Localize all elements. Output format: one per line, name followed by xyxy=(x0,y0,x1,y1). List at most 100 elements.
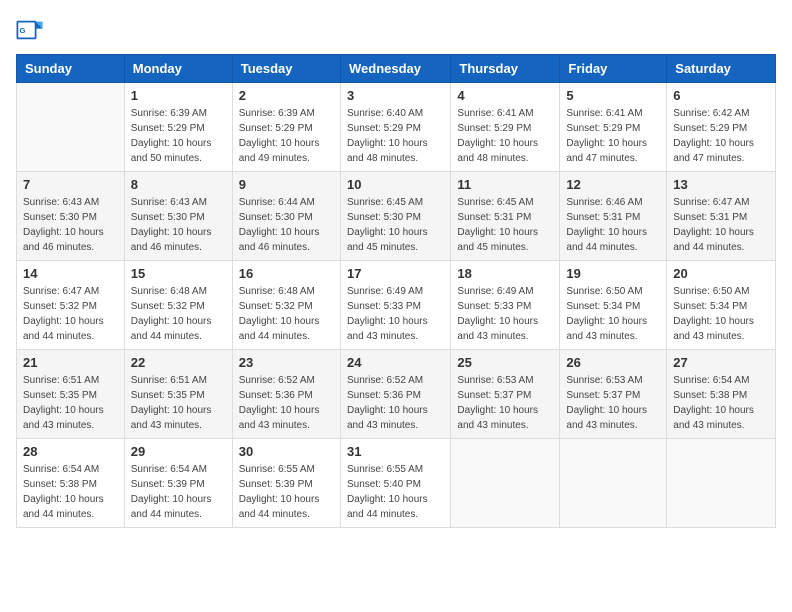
day-info: Sunrise: 6:47 AM Sunset: 5:31 PM Dayligh… xyxy=(673,195,769,255)
calendar-cell: 7 Sunrise: 6:43 AM Sunset: 5:30 PM Daylig… xyxy=(17,172,125,261)
calendar-cell: 20Sunrise: 6:50 AM Sunset: 5:34 PM Dayli… xyxy=(667,261,776,350)
day-info: Sunrise: 6:44 AM Sunset: 5:30 PM Dayligh… xyxy=(239,195,334,255)
day-number: 21 xyxy=(23,355,118,370)
day-number: 8 xyxy=(131,177,226,192)
calendar-cell: 21 Sunrise: 6:51 AM Sunset: 5:35 PM Dayli… xyxy=(17,350,125,439)
day-number: 30 xyxy=(239,444,334,459)
calendar-week-row: 21 Sunrise: 6:51 AM Sunset: 5:35 PM Dayli… xyxy=(17,350,776,439)
day-info: Sunrise: 6:54 AM Sunset: 5:38 PM Dayligh… xyxy=(673,373,769,433)
calendar-cell: 15 Sunrise: 6:48 AM Sunset: 5:32 PM Dayli… xyxy=(124,261,232,350)
day-info: Sunrise: 6:41 AM Sunset: 5:29 PM Dayligh… xyxy=(566,106,660,166)
calendar-cell: 28 Sunrise: 6:54 AM Sunset: 5:38 PM Dayli… xyxy=(17,439,125,528)
calendar-cell: 1 Sunrise: 6:39 AM Sunset: 5:29 PM Daylig… xyxy=(124,83,232,172)
day-info: Sunrise: 6:49 AM Sunset: 5:33 PM Dayligh… xyxy=(457,284,553,344)
day-number: 5 xyxy=(566,88,660,103)
calendar-cell: 14 Sunrise: 6:47 AM Sunset: 5:32 PM Dayli… xyxy=(17,261,125,350)
calendar-cell: 27 Sunrise: 6:54 AM Sunset: 5:38 PM Dayli… xyxy=(667,350,776,439)
day-info: Sunrise: 6:54 AM Sunset: 5:38 PM Dayligh… xyxy=(23,462,118,522)
day-number: 27 xyxy=(673,355,769,370)
day-info: Sunrise: 6:45 AM Sunset: 5:30 PM Dayligh… xyxy=(347,195,444,255)
day-info: Sunrise: 6:55 AM Sunset: 5:40 PM Dayligh… xyxy=(347,462,444,522)
calendar-cell: 5 Sunrise: 6:41 AM Sunset: 5:29 PM Daylig… xyxy=(560,83,667,172)
calendar-cell: 18 Sunrise: 6:49 AM Sunset: 5:33 PM Dayli… xyxy=(451,261,560,350)
col-wednesday: Wednesday xyxy=(340,55,450,83)
day-number: 12 xyxy=(566,177,660,192)
day-info: Sunrise: 6:46 AM Sunset: 5:31 PM Dayligh… xyxy=(566,195,660,255)
col-sunday: Sunday xyxy=(17,55,125,83)
day-number: 19 xyxy=(566,266,660,281)
logo: G xyxy=(16,16,46,44)
day-number: 2 xyxy=(239,88,334,103)
day-info: Sunrise: 6:52 AM Sunset: 5:36 PM Dayligh… xyxy=(347,373,444,433)
calendar-cell xyxy=(560,439,667,528)
calendar-week-row: 1 Sunrise: 6:39 AM Sunset: 5:29 PM Daylig… xyxy=(17,83,776,172)
svg-text:G: G xyxy=(20,26,26,35)
day-number: 13 xyxy=(673,177,769,192)
calendar-cell: 19 Sunrise: 6:50 AM Sunset: 5:34 PM Dayli… xyxy=(560,261,667,350)
day-number: 14 xyxy=(23,266,118,281)
day-info: Sunrise: 6:40 AM Sunset: 5:29 PM Dayligh… xyxy=(347,106,444,166)
day-info: Sunrise: 6:47 AM Sunset: 5:32 PM Dayligh… xyxy=(23,284,118,344)
calendar-cell: 8 Sunrise: 6:43 AM Sunset: 5:30 PM Daylig… xyxy=(124,172,232,261)
logo-icon: G xyxy=(16,16,44,44)
day-info: Sunrise: 6:51 AM Sunset: 5:35 PM Dayligh… xyxy=(23,373,118,433)
day-number: 7 xyxy=(23,177,118,192)
calendar-cell: 2 Sunrise: 6:39 AM Sunset: 5:29 PM Daylig… xyxy=(232,83,340,172)
day-info: Sunrise: 6:39 AM Sunset: 5:29 PM Dayligh… xyxy=(239,106,334,166)
day-number: 15 xyxy=(131,266,226,281)
calendar-cell: 9Sunrise: 6:44 AM Sunset: 5:30 PM Daylig… xyxy=(232,172,340,261)
day-info: Sunrise: 6:51 AM Sunset: 5:35 PM Dayligh… xyxy=(131,373,226,433)
day-info: Sunrise: 6:48 AM Sunset: 5:32 PM Dayligh… xyxy=(239,284,334,344)
day-number: 1 xyxy=(131,88,226,103)
day-number: 11 xyxy=(457,177,553,192)
day-info: Sunrise: 6:43 AM Sunset: 5:30 PM Dayligh… xyxy=(23,195,118,255)
day-number: 16 xyxy=(239,266,334,281)
day-info: Sunrise: 6:55 AM Sunset: 5:39 PM Dayligh… xyxy=(239,462,334,522)
day-number: 25 xyxy=(457,355,553,370)
day-number: 28 xyxy=(23,444,118,459)
calendar-table: Sunday Monday Tuesday Wednesday Thursday… xyxy=(16,54,776,528)
day-number: 31 xyxy=(347,444,444,459)
col-thursday: Thursday xyxy=(451,55,560,83)
day-info: Sunrise: 6:39 AM Sunset: 5:29 PM Dayligh… xyxy=(131,106,226,166)
calendar-cell: 10Sunrise: 6:45 AM Sunset: 5:30 PM Dayli… xyxy=(340,172,450,261)
day-info: Sunrise: 6:49 AM Sunset: 5:33 PM Dayligh… xyxy=(347,284,444,344)
day-number: 29 xyxy=(131,444,226,459)
day-number: 18 xyxy=(457,266,553,281)
calendar-cell: 6Sunrise: 6:42 AM Sunset: 5:29 PM Daylig… xyxy=(667,83,776,172)
calendar-cell: 3 Sunrise: 6:40 AM Sunset: 5:29 PM Daylig… xyxy=(340,83,450,172)
day-info: Sunrise: 6:52 AM Sunset: 5:36 PM Dayligh… xyxy=(239,373,334,433)
calendar-cell: 16 Sunrise: 6:48 AM Sunset: 5:32 PM Dayli… xyxy=(232,261,340,350)
day-info: Sunrise: 6:50 AM Sunset: 5:34 PM Dayligh… xyxy=(566,284,660,344)
calendar-cell xyxy=(451,439,560,528)
calendar-cell: 26 Sunrise: 6:53 AM Sunset: 5:37 PM Dayli… xyxy=(560,350,667,439)
day-info: Sunrise: 6:48 AM Sunset: 5:32 PM Dayligh… xyxy=(131,284,226,344)
page-header: G xyxy=(16,16,776,44)
calendar-cell: 13 Sunrise: 6:47 AM Sunset: 5:31 PM Dayli… xyxy=(667,172,776,261)
calendar-cell: 12 Sunrise: 6:46 AM Sunset: 5:31 PM Dayli… xyxy=(560,172,667,261)
day-info: Sunrise: 6:43 AM Sunset: 5:30 PM Dayligh… xyxy=(131,195,226,255)
calendar-cell: 24 Sunrise: 6:52 AM Sunset: 5:36 PM Dayli… xyxy=(340,350,450,439)
calendar-header-row: Sunday Monday Tuesday Wednesday Thursday… xyxy=(17,55,776,83)
day-number: 20 xyxy=(673,266,769,281)
day-number: 22 xyxy=(131,355,226,370)
calendar-week-row: 7 Sunrise: 6:43 AM Sunset: 5:30 PM Daylig… xyxy=(17,172,776,261)
day-info: Sunrise: 6:45 AM Sunset: 5:31 PM Dayligh… xyxy=(457,195,553,255)
day-number: 24 xyxy=(347,355,444,370)
calendar-cell: 4 Sunrise: 6:41 AM Sunset: 5:29 PM Daylig… xyxy=(451,83,560,172)
day-info: Sunrise: 6:54 AM Sunset: 5:39 PM Dayligh… xyxy=(131,462,226,522)
day-number: 3 xyxy=(347,88,444,103)
day-number: 17 xyxy=(347,266,444,281)
day-number: 4 xyxy=(457,88,553,103)
day-number: 26 xyxy=(566,355,660,370)
calendar-week-row: 14 Sunrise: 6:47 AM Sunset: 5:32 PM Dayli… xyxy=(17,261,776,350)
day-info: Sunrise: 6:42 AM Sunset: 5:29 PM Dayligh… xyxy=(673,106,769,166)
day-info: Sunrise: 6:53 AM Sunset: 5:37 PM Dayligh… xyxy=(566,373,660,433)
calendar-week-row: 28 Sunrise: 6:54 AM Sunset: 5:38 PM Dayli… xyxy=(17,439,776,528)
calendar-cell xyxy=(667,439,776,528)
day-info: Sunrise: 6:41 AM Sunset: 5:29 PM Dayligh… xyxy=(457,106,553,166)
calendar-cell: 31 Sunrise: 6:55 AM Sunset: 5:40 PM Dayli… xyxy=(340,439,450,528)
calendar-cell: 11 Sunrise: 6:45 AM Sunset: 5:31 PM Dayli… xyxy=(451,172,560,261)
col-friday: Friday xyxy=(560,55,667,83)
calendar-cell: 30 Sunrise: 6:55 AM Sunset: 5:39 PM Dayli… xyxy=(232,439,340,528)
